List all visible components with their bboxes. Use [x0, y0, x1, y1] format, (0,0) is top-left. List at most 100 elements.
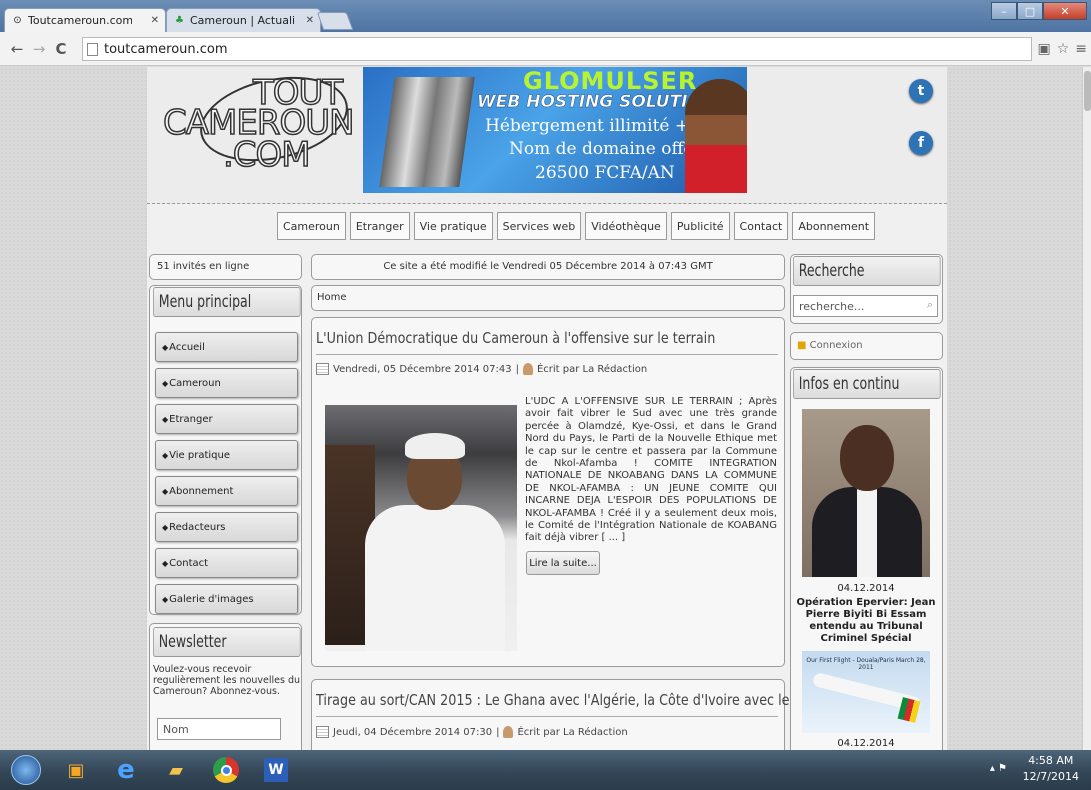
photo-robe: [365, 505, 505, 651]
calendar-icon: [316, 726, 329, 738]
menu-item-etranger[interactable]: ◆ Etranger: [155, 404, 298, 434]
menu-item-accueil[interactable]: ◆ Accueil: [155, 332, 298, 362]
infos-photo-2[interactable]: Our First Flight - Douala/Paris March 28…: [802, 651, 930, 733]
start-button[interactable]: [8, 752, 44, 788]
calendar-icon: [316, 363, 329, 375]
article-photo-1[interactable]: [325, 405, 517, 651]
leaf-favicon-icon: ♣: [175, 15, 184, 26]
twitter-icon[interactable]: t: [909, 79, 933, 103]
infos-caption-1[interactable]: Opération Epervier: Jean Pierre Biyiti B…: [792, 597, 940, 645]
tray-icons[interactable]: ▴ ⚑: [990, 763, 1007, 774]
newsletter-title: Newsletter: [153, 627, 301, 657]
menu-label: Etranger: [169, 413, 213, 425]
servers-image: [379, 77, 475, 187]
search-icon[interactable]: ⌕: [927, 298, 933, 312]
reload-icon[interactable]: C: [50, 40, 72, 58]
top-navigation: Cameroun Etranger Vie pratique Services …: [277, 212, 876, 240]
menu-item-abonnement[interactable]: ◆ Abonnement: [155, 476, 298, 506]
system-clock[interactable]: 4:58 AM 12/7/2014: [1023, 753, 1079, 785]
article-body-1: L'UDC A L'OFFENSIVE SUR LE TERRAIN ; Apr…: [525, 396, 777, 544]
photo-caption: Our First Flight - Douala/Paris March 28…: [806, 657, 926, 671]
address-bar[interactable]: toutcameroun.com: [82, 37, 1032, 61]
infos-title: Infos en continu: [793, 369, 941, 399]
article-title-2[interactable]: Tirage au sort/CAN 2015 : Le Ghana avec …: [316, 691, 859, 709]
tab-label: Toutcameroun.com - Port: [28, 14, 132, 27]
article-title-1[interactable]: L'Union Démocratique du Cameroun à l'off…: [316, 329, 715, 347]
author-icon: [503, 726, 514, 738]
menu-label: Contact: [169, 557, 209, 569]
file-explorer-icon[interactable]: ▰: [158, 752, 194, 788]
menu-label: Redacteurs: [169, 521, 226, 533]
new-tab-button[interactable]: [316, 12, 354, 30]
nav-vie-pratique[interactable]: Vie pratique: [413, 212, 493, 240]
menu-label: Vie pratique: [169, 449, 231, 461]
main-menu-title: Menu principal: [153, 287, 301, 317]
modified-notice-box: Ce site a été modifié le Vendredi 05 Déc…: [311, 254, 785, 280]
online-count-box: 51 invités en ligne: [149, 254, 302, 280]
nav-cameroun[interactable]: Cameroun: [277, 212, 346, 240]
site-header: TOUT CAMEROUN .COM GLOMULSER WEB HOSTING…: [147, 67, 947, 204]
translate-icon[interactable]: ▣: [1037, 41, 1050, 57]
newsletter-name-input[interactable]: Nom: [157, 718, 281, 740]
meta-separator: |: [496, 726, 500, 738]
page-scrollbar[interactable]: [1082, 67, 1091, 750]
menu-item-galerie[interactable]: ◆ Galerie d'images: [155, 584, 298, 614]
menu-item-redacteurs[interactable]: ◆ Redacteurs: [155, 512, 298, 542]
title-divider: [316, 716, 778, 717]
tab-cameroun-actualites[interactable]: ♣ Cameroun | Actualites au ✕: [166, 8, 321, 32]
tab-close-icon[interactable]: ✕: [151, 15, 159, 26]
newsletter-text: Voulez-vous recevoir regulièrement les n…: [153, 664, 301, 697]
banner-model-image: [685, 79, 747, 193]
nav-videotheque[interactable]: Vidéothèque: [585, 212, 667, 240]
site-logo[interactable]: TOUT CAMEROUN .COM: [162, 67, 356, 176]
arrow-icon: ◆: [162, 486, 169, 496]
back-arrow-icon[interactable]: ←: [6, 40, 28, 58]
window-controls: – □ ✕: [991, 2, 1087, 20]
bookmark-star-icon[interactable]: ☆: [1057, 41, 1070, 57]
site-favicon-icon: ⊙: [13, 15, 22, 26]
read-more-button[interactable]: Lire la suite...: [526, 551, 600, 575]
photo-head: [840, 425, 894, 491]
chrome-icon[interactable]: [208, 752, 244, 788]
nav-abonnement[interactable]: Abonnement: [792, 212, 876, 240]
nav-contact[interactable]: Contact: [733, 212, 789, 240]
menu-item-contact[interactable]: ◆ Contact: [155, 548, 298, 578]
browser-tabstrip: ⊙ Toutcameroun.com - Port ✕ ♣ Cameroun |…: [0, 0, 1091, 32]
infos-date-1: 04.12.2014: [837, 583, 895, 594]
nav-etranger[interactable]: Etranger: [349, 212, 410, 240]
media-player-icon[interactable]: ▣: [58, 752, 94, 788]
internet-explorer-icon[interactable]: e: [108, 752, 144, 788]
breadcrumb-home[interactable]: Home: [317, 292, 347, 303]
url-text: toutcameroun.com: [104, 41, 228, 57]
facebook-glyph: f: [917, 135, 925, 151]
banner-line3: 26500 FCFA/AN: [535, 163, 675, 183]
login-box[interactable]: ■ Connexion: [790, 332, 943, 360]
nav-publicite[interactable]: Publicité: [670, 212, 730, 240]
scroll-thumb[interactable]: [1084, 71, 1091, 111]
minimize-button[interactable]: –: [991, 2, 1017, 20]
word-icon[interactable]: W: [258, 752, 294, 788]
infos-photo-1[interactable]: [802, 409, 930, 577]
plane-tail: [897, 697, 921, 723]
menu-item-cameroun[interactable]: ◆ Cameroun: [155, 368, 298, 398]
close-window-button[interactable]: ✕: [1043, 2, 1087, 20]
facebook-icon[interactable]: f: [909, 131, 933, 155]
nav-services-web[interactable]: Services web: [496, 212, 582, 240]
ad-banner[interactable]: GLOMULSER WEB HOSTING SOLUTIONS Hébergem…: [363, 67, 747, 193]
arrow-icon: ◆: [162, 378, 169, 388]
clock-time: 4:58 AM: [1028, 754, 1074, 767]
article-meta-1: Vendredi, 05 Décembre 2014 07:43 | Écrit…: [316, 363, 647, 375]
arrow-icon: ◆: [162, 522, 169, 532]
forward-arrow-icon[interactable]: →: [28, 40, 50, 58]
arrow-icon: ◆: [162, 558, 169, 568]
maximize-button[interactable]: □: [1017, 2, 1043, 20]
menu-label: Accueil: [169, 341, 205, 353]
menu-icon[interactable]: ≡: [1075, 41, 1087, 57]
menu-item-vie-pratique[interactable]: ◆ Vie pratique: [155, 440, 298, 470]
tab-close-icon[interactable]: ✕: [306, 15, 314, 26]
search-input[interactable]: recherche... ⌕: [793, 295, 938, 317]
article-author: Écrit par La Rédaction: [517, 726, 628, 738]
site-container: TOUT CAMEROUN .COM GLOMULSER WEB HOSTING…: [147, 67, 947, 750]
banner-title: GLOMULSER: [523, 67, 698, 95]
tab-toutcameroun[interactable]: ⊙ Toutcameroun.com - Port ✕: [4, 8, 166, 32]
